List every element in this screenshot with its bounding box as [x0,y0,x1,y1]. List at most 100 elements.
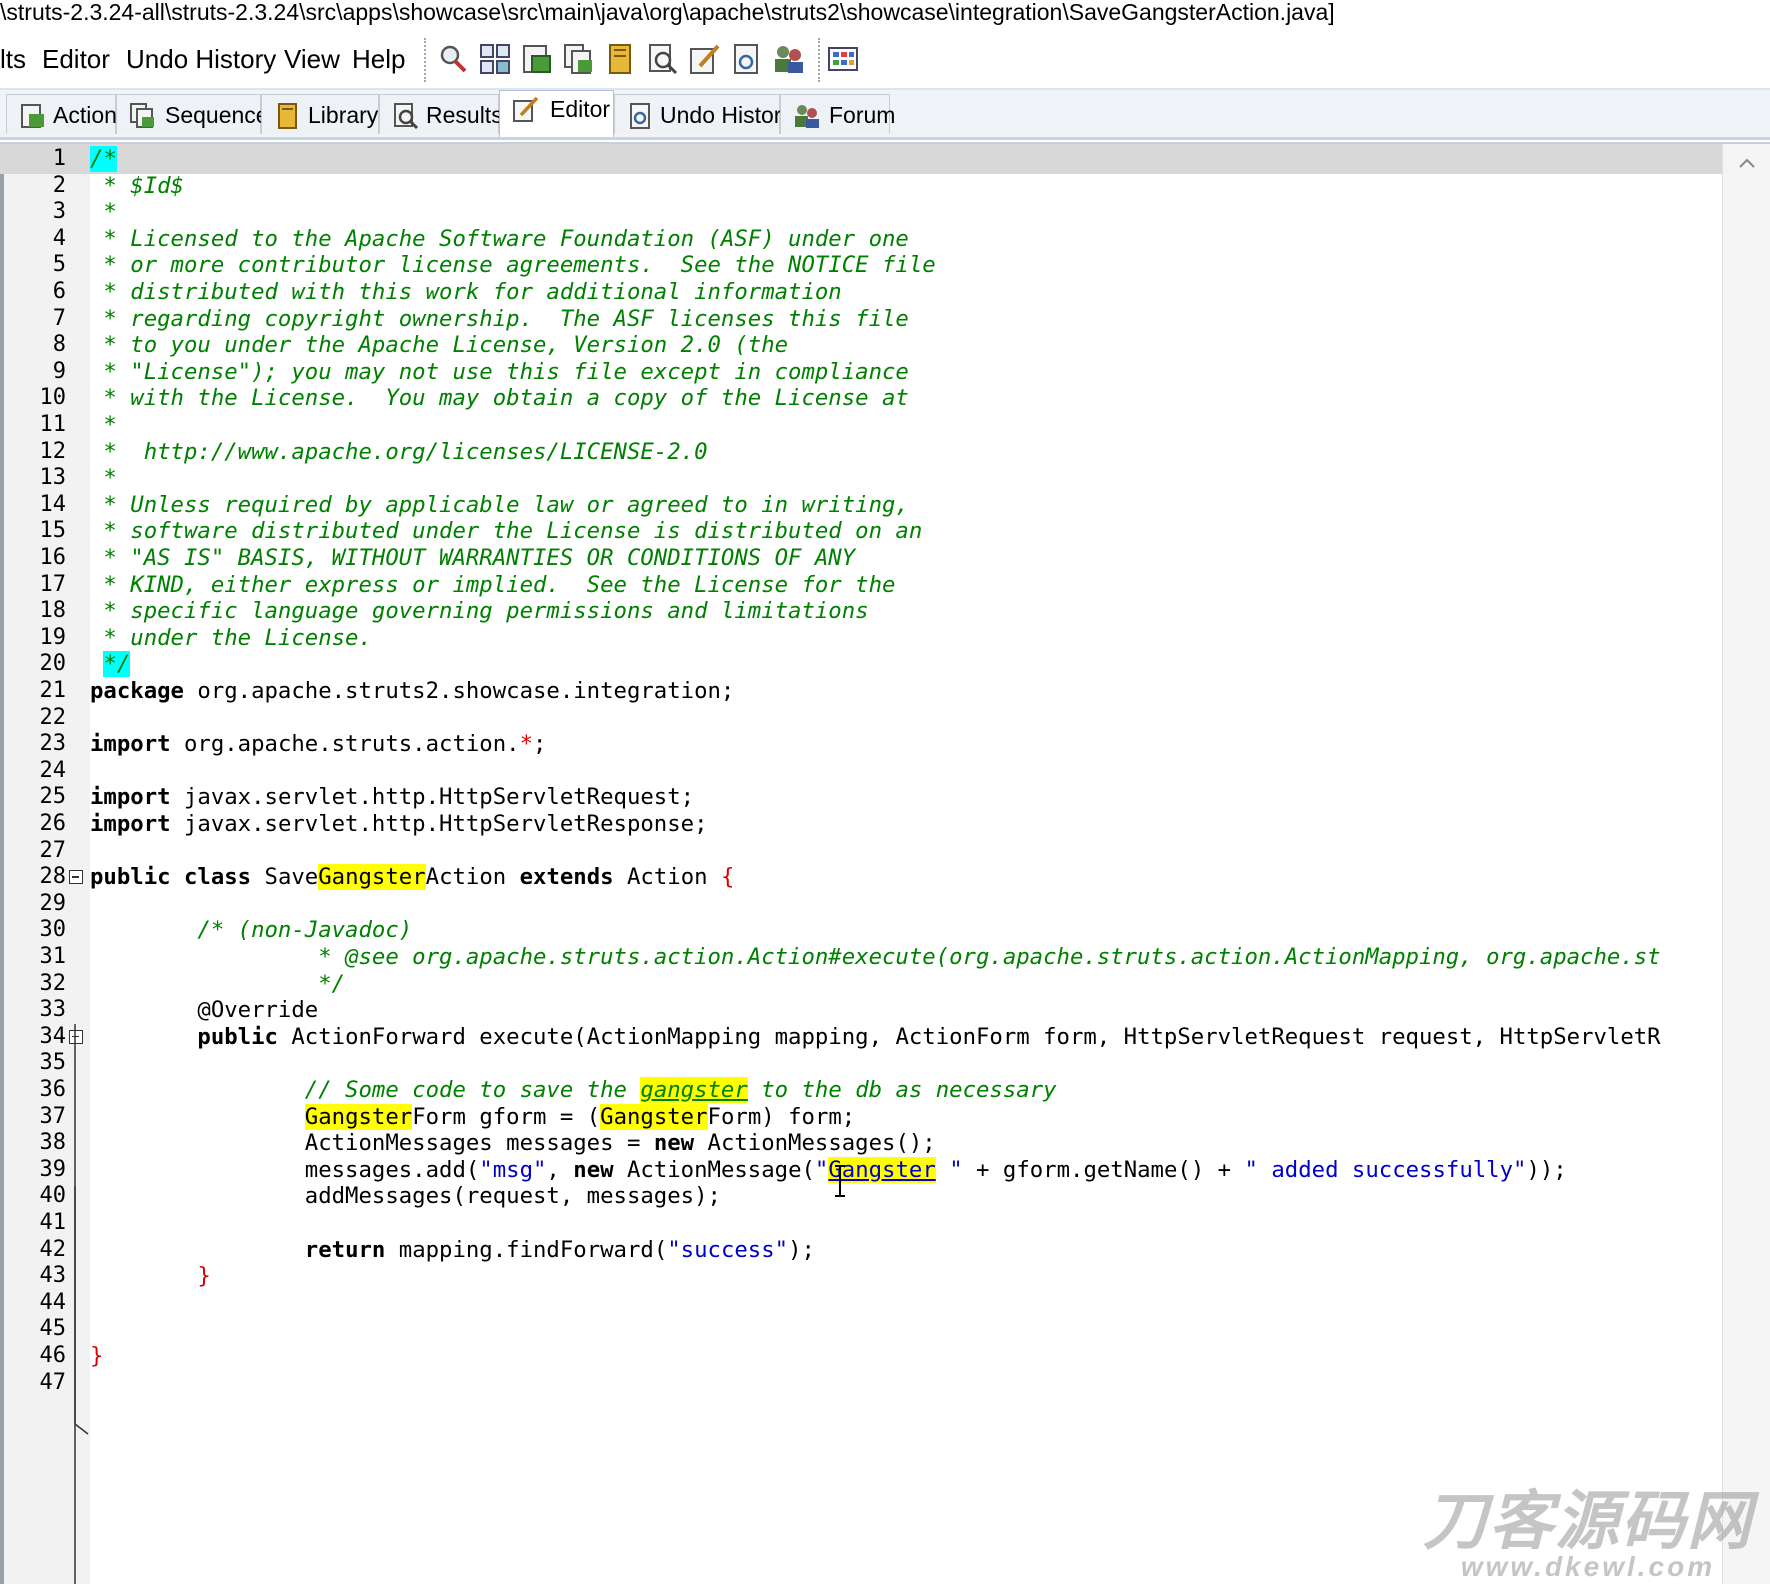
code-line[interactable]: 38 ActionMessages messages = new ActionM… [0,1128,1722,1158]
tab-sequence[interactable]: Sequence [116,94,269,134]
code-line[interactable]: 30 /* (non-Javadoc) [0,915,1722,945]
code-line[interactable]: 23 import org.apache.struts.action.*; [0,729,1722,759]
tab-label: Undo History [660,102,793,128]
code-line[interactable]: 5 * or more contributor license agreemen… [0,250,1722,280]
menu-editor[interactable]: Editor [42,44,110,74]
results-icon[interactable] [646,42,680,76]
code-line[interactable]: 29 [0,889,1722,919]
tab-undo-history[interactable]: Undo History [614,94,793,134]
code-line[interactable]: 33 @Override [0,995,1722,1025]
code-line[interactable]: 28 public class SaveGangsterAction extend… [0,862,1722,892]
code-line[interactable]: 4 * Licensed to the Apache Software Foun… [0,224,1722,254]
code-line[interactable]: 17 * KIND, either express or implied. Se… [0,570,1722,600]
code-line[interactable]: 15 * software distributed under the Lice… [0,516,1722,546]
code-line[interactable]: 46} [0,1341,1722,1371]
code-line[interactable]: 40 addMessages(request, messages); [0,1181,1722,1211]
code-line[interactable]: 36 // Some code to save the gangster to … [0,1075,1722,1105]
code-line[interactable]: 26 import javax.servlet.http.HttpServletR… [0,809,1722,839]
code-text: * under the License. [90,623,371,653]
code-line[interactable]: 27 [0,836,1722,866]
code-line[interactable]: 37 GangsterForm gform = (GangsterForm) f… [0,1102,1722,1132]
code-token: return [304,1236,386,1263]
code-line[interactable]: 32 */ [0,969,1722,999]
code-line[interactable]: 43 } [0,1261,1722,1291]
code-line[interactable]: 19 * under the License. [0,623,1722,653]
menu-help[interactable]: Help [352,44,405,74]
code-line[interactable]: 14 * Unless required by applicable law o… [0,490,1722,520]
toolbar-separator [818,38,820,82]
code-text: * http://www.apache.org/licenses/LICENSE… [90,437,707,467]
code-token: + gform.getName() + [962,1156,1245,1183]
code-line[interactable]: 20 */ [0,649,1722,679]
tab-editor[interactable]: Editor [499,90,614,137]
code-text: } [90,1261,210,1291]
code-token: public [90,864,171,891]
code-line[interactable]: 18 * specific language governing permiss… [0,596,1722,626]
code-text: * specific language governing permission… [90,596,868,626]
code-line[interactable]: 22 [0,703,1722,733]
code-token: " [814,1156,829,1183]
code-line[interactable]: 8 * to you under the Apache License, Ver… [0,330,1722,360]
code-line[interactable]: 25 import javax.servlet.http.HttpServletR… [0,782,1722,812]
sequence-icon[interactable] [562,42,596,76]
fold-guides [74,1024,89,1584]
code-line[interactable]: 7 * regarding copyright ownership. The A… [0,304,1722,334]
code-line[interactable]: 39 messages.add("msg", new ActionMessage… [0,1155,1722,1185]
code-line[interactable]: 6 * distributed with this work for addit… [0,277,1722,307]
search-icon[interactable] [436,42,470,76]
menu-view[interactable]: View [284,44,340,74]
code-line[interactable]: 44 [0,1288,1722,1318]
code-line[interactable]: 31 * @see org.apache.struts.action.Actio… [0,942,1722,972]
forum-users-icon[interactable] [772,42,806,76]
code-line[interactable]: 34 public ActionForward execute(ActionMa… [0,1022,1722,1052]
library-icon[interactable] [604,42,638,76]
code-token: import [90,784,171,811]
code-line[interactable]: 41 [0,1208,1722,1238]
code-editor[interactable]: 1/* 2 * $Id$ 3 * 4 * Licensed to the Apache… [0,142,1770,1584]
code-line[interactable]: 24 [0,756,1722,786]
code-line[interactable]: 10 * with the License. You may obtain a … [0,383,1722,413]
code-token: Action [425,864,520,891]
tab-action[interactable]: Action [6,94,117,134]
code-line[interactable]: 16 * "AS IS" BASIS, WITHOUT WARRANTIES O… [0,543,1722,573]
code-token: * [90,465,117,492]
action-icon[interactable] [520,42,554,76]
menu-undo-history[interactable]: Undo History [126,44,276,74]
code-area[interactable]: 1/* 2 * $Id$ 3 * 4 * Licensed to the Apache… [0,144,1722,1584]
code-line[interactable]: 21 package org.apache.struts2.showcase.in… [0,676,1722,706]
code-line[interactable]: 13 * [0,463,1722,493]
code-token: import [90,811,171,837]
code-line[interactable]: 9 * "License"); you may not use this fil… [0,357,1722,387]
menu-tools[interactable]: lts [0,44,26,74]
tab-forum[interactable]: Forum [780,94,895,134]
tab-library[interactable]: Library [261,94,379,134]
code-line[interactable]: 11 * [0,410,1722,440]
code-text: public class SaveGangsterAction extends … [90,862,734,892]
undo-history-icon[interactable] [730,42,764,76]
edit-icon[interactable] [688,42,722,76]
tab-results[interactable]: Results [379,94,503,134]
code-token: Gangster [600,1103,708,1130]
code-text: * $Id$ [90,171,184,201]
edit-icon [513,96,539,122]
grid-icon[interactable] [478,42,512,76]
code-line[interactable]: 1/* [0,144,1722,174]
vertical-scrollbar[interactable] [1722,144,1770,1584]
code-line[interactable]: 42 return mapping.findForward("success")… [0,1235,1722,1265]
code-text: messages.add("msg", new ActionMessage("G… [90,1155,1567,1185]
code-line[interactable]: 35 [0,1048,1722,1078]
code-line[interactable]: 2 * $Id$ [0,171,1722,201]
code-line[interactable]: 3 * [0,197,1722,227]
code-line[interactable]: 45 [0,1314,1722,1344]
code-token: * [90,199,117,226]
code-token: * software distributed under the License… [90,518,923,545]
code-line[interactable]: 12 * http://www.apache.org/licenses/LICE… [0,437,1722,467]
table-icon[interactable] [826,42,860,76]
code-text: // Some code to save the gangster to the… [90,1075,1057,1105]
code-line[interactable]: 47 [0,1368,1722,1398]
scroll-up-icon[interactable] [1739,158,1755,168]
results-icon [394,103,419,130]
